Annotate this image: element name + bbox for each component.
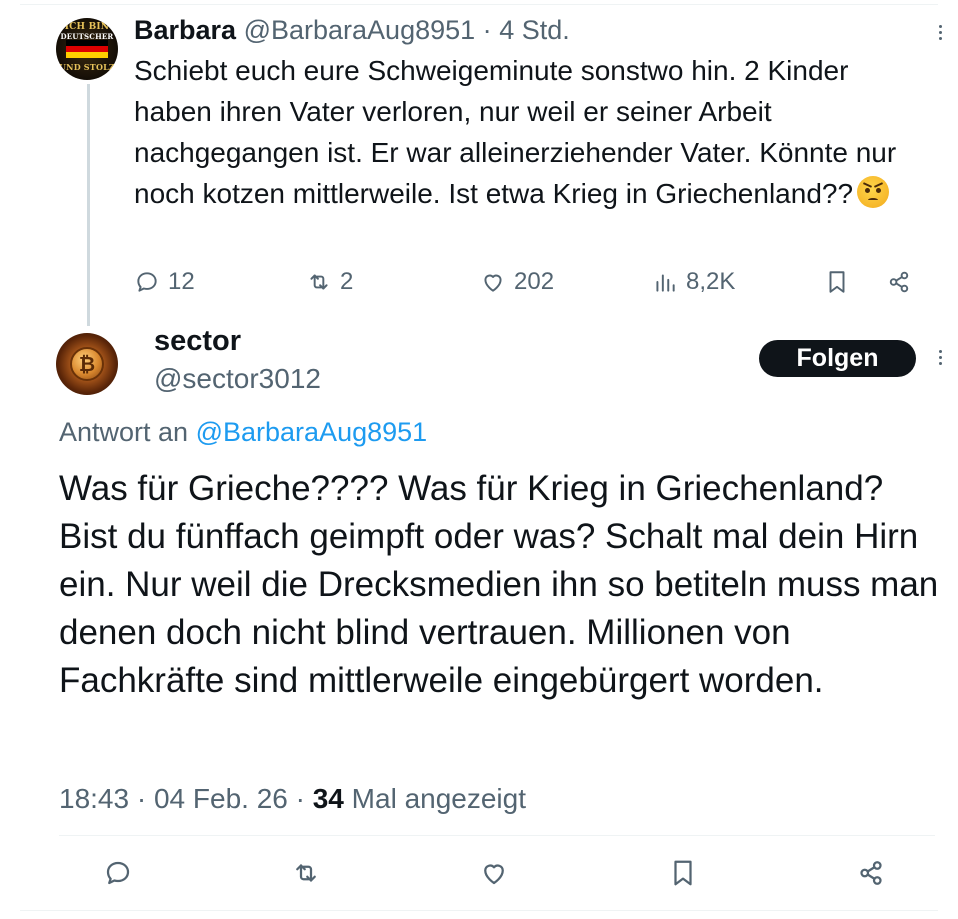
- avatar-text-line-1: ICH BIN: [64, 22, 110, 32]
- like-count: 202: [514, 268, 555, 295]
- view-count-label: Mal angezeigt: [351, 783, 527, 814]
- top-divider: [20, 4, 938, 5]
- more-options-icon[interactable]: [930, 25, 950, 40]
- meta-divider: [59, 835, 935, 836]
- repost-icon: [296, 864, 316, 882]
- german-flag-icon: [66, 40, 108, 58]
- reply-context: Antwort an @BarbaraAug8951: [59, 413, 427, 451]
- parent-tweet-header: Barbara @BarbaraAug8951 · 4 Std.: [134, 13, 570, 47]
- barbara-avatar[interactable]: ICH BIN DEUTSCHER UND STOLZ: [56, 18, 118, 80]
- parent-author-name[interactable]: Barbara: [134, 15, 236, 45]
- main-reply-button[interactable]: [100, 853, 136, 893]
- view-count-number: 34: [312, 783, 344, 814]
- parent-bookmark-button[interactable]: [824, 262, 850, 302]
- reply-prefix: Antwort an: [59, 417, 189, 447]
- tweet-meta: 18:43 · 04 Feb. 26 · 34 Mal angezeigt: [59, 780, 526, 818]
- tweet-time[interactable]: 18:43: [59, 783, 129, 814]
- parent-like-button[interactable]: 202: [480, 262, 554, 302]
- sector-avatar[interactable]: ₿: [56, 333, 118, 395]
- tweet-date[interactable]: 04 Feb. 26: [154, 783, 288, 814]
- angry-face-icon: [857, 176, 890, 208]
- main-repost-button[interactable]: [288, 853, 324, 893]
- bookmark-icon: [674, 860, 692, 886]
- parent-timestamp[interactable]: 4 Std.: [499, 15, 570, 45]
- parent-tweet-body: Schiebt euch eure Schweigeminute sonstwo…: [134, 55, 897, 209]
- meta-separator-1: ·: [136, 783, 147, 814]
- main-author-name[interactable]: sector: [154, 322, 241, 360]
- view-count: 8,2K: [686, 268, 736, 295]
- bookmark-icon: [829, 271, 845, 293]
- header-separator: ·: [482, 15, 492, 45]
- main-tweet-text: Was für Grieche???? Was für Krieg in Gri…: [59, 469, 939, 700]
- main-share-button[interactable]: [853, 853, 889, 893]
- follow-button[interactable]: Folgen: [759, 340, 916, 377]
- heart-icon: [484, 864, 504, 885]
- repost-count: 2: [340, 268, 354, 295]
- reply-to-handle-link[interactable]: @BarbaraAug8951: [196, 417, 428, 447]
- main-author-handle[interactable]: @sector3012: [154, 360, 321, 398]
- meta-separator-2: ·: [295, 783, 305, 814]
- parent-repost-button[interactable]: 2: [306, 262, 353, 302]
- avatar-text-line-3: UND STOLZ: [59, 62, 115, 72]
- repost-icon: [310, 274, 328, 290]
- parent-share-button[interactable]: [886, 262, 912, 302]
- parent-reply-button[interactable]: 12: [134, 262, 195, 302]
- views-icon: [656, 274, 675, 292]
- bottom-divider: [20, 910, 938, 911]
- more-options-icon[interactable]: [930, 350, 950, 365]
- parent-action-bar: 12 2 202 8,2K: [134, 262, 924, 302]
- heart-icon: [484, 274, 502, 292]
- reply-icon: [137, 272, 157, 292]
- bitcoin-coin-icon: ₿: [70, 347, 104, 381]
- share-icon: [860, 861, 882, 885]
- thread-connector-line: [87, 84, 90, 326]
- main-bookmark-button[interactable]: [665, 853, 701, 893]
- main-like-button[interactable]: [476, 853, 512, 893]
- share-icon: [889, 271, 909, 293]
- reply-count: 12: [168, 268, 195, 295]
- reply-icon: [106, 861, 130, 885]
- main-action-bar: [0, 853, 958, 893]
- parent-tweet-text: Schiebt euch eure Schweigeminute sonstwo…: [134, 50, 934, 214]
- parent-views-button[interactable]: 8,2K: [652, 262, 735, 302]
- parent-author-handle[interactable]: @BarbaraAug8951: [244, 15, 476, 45]
